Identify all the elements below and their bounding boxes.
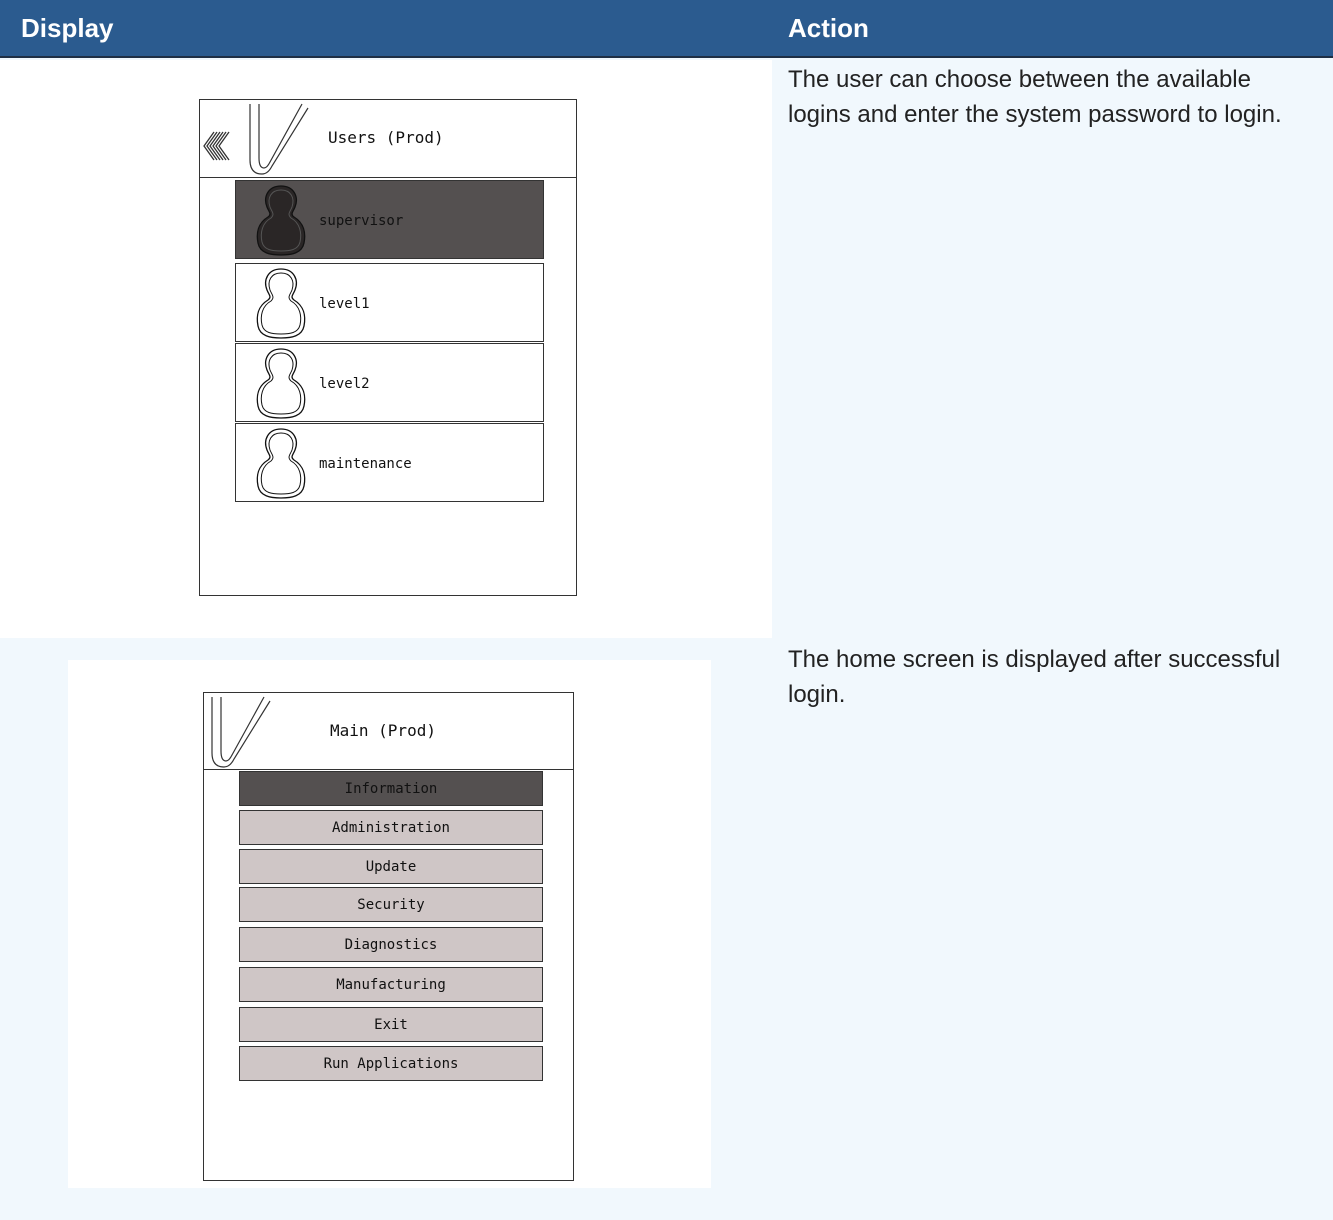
main-screen-header: Main (Prod) [204,693,573,770]
user-item-supervisor[interactable]: supervisor [235,180,544,259]
users-screen-header: Users (Prod) [200,100,576,178]
user-label: level2 [319,376,370,392]
main-screen-title: Main (Prod) [330,721,436,740]
display-column-header: Display [21,13,114,43]
menu-button-administration[interactable]: Administration [239,810,543,845]
logo-v-icon [249,103,309,175]
users-screen: Users (Prod) supervisor level1 level2 ma… [199,99,577,596]
back-arrows-icon[interactable] [202,124,242,164]
users-screen-title: Users (Prod) [328,128,444,147]
menu-button-diagnostics[interactable]: Diagnostics [239,927,543,962]
main-screen: Main (Prod) Information Administration U… [203,692,574,1181]
action-text-1: The user can choose between the availabl… [788,66,1282,128]
menu-button-update[interactable]: Update [239,849,543,884]
menu-button-information[interactable]: Information [239,771,543,806]
user-item-level1[interactable]: level1 [235,263,544,342]
user-icon [256,428,306,499]
menu-button-manufacturing[interactable]: Manufacturing [239,967,543,1002]
user-icon [256,268,306,339]
user-icon [256,348,306,419]
menu-button-security[interactable]: Security [239,887,543,922]
user-item-level2[interactable]: level2 [235,343,544,422]
logo-v-icon [211,696,271,768]
user-icon [256,185,306,256]
user-label: supervisor [319,213,404,229]
menu-button-run-applications[interactable]: Run Applications [239,1046,543,1081]
menu-button-exit[interactable]: Exit [239,1007,543,1042]
action-text-2: The home screen is displayed after succe… [788,646,1281,708]
user-label: level1 [319,296,370,312]
user-item-maintenance[interactable]: maintenance [235,423,544,502]
table-header: Display Action [0,0,1333,58]
action-column-header: Action [788,13,869,43]
user-label: maintenance [319,456,412,472]
